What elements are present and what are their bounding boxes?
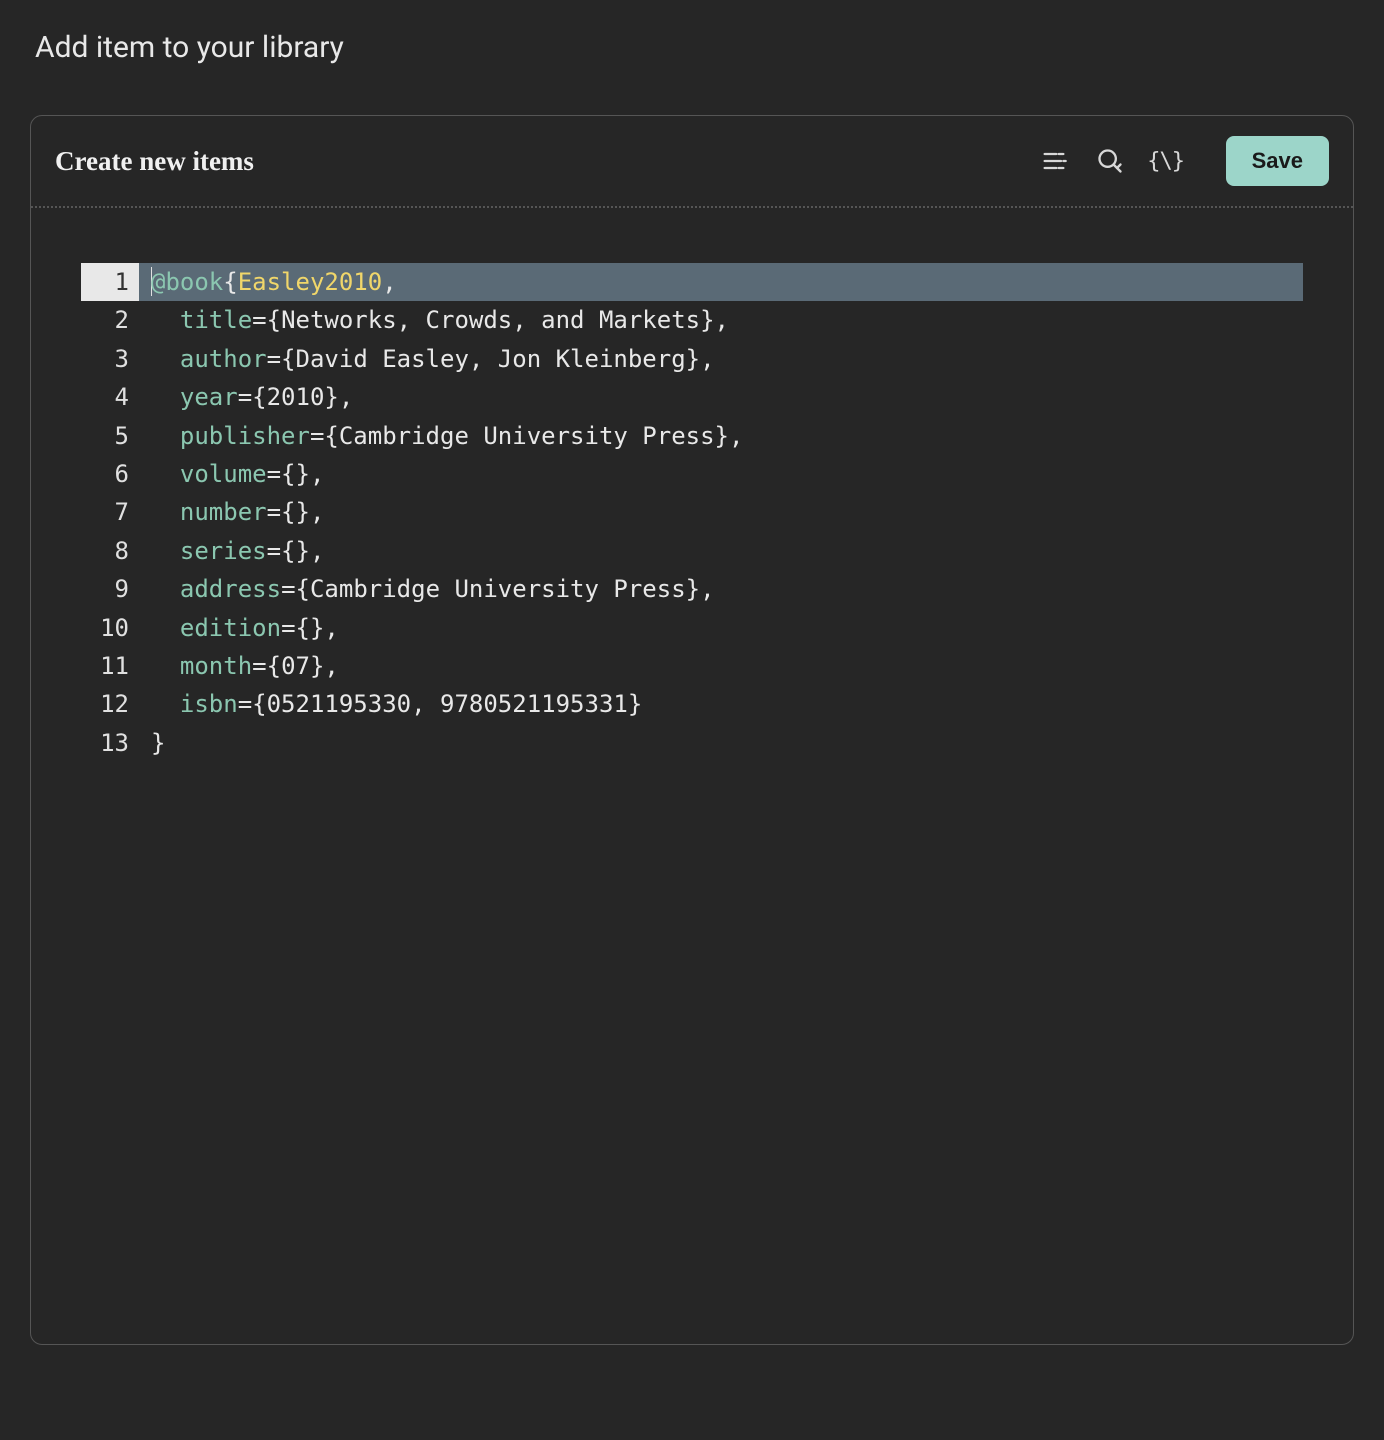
token-field: author (180, 345, 267, 373)
token-field: year (180, 383, 238, 411)
list-icon (1040, 147, 1068, 175)
token-punct: }, (686, 575, 715, 603)
code-line[interactable]: 3 author={David Easley, Jon Kleinberg}, (81, 340, 1303, 378)
panel-title: Create new items (55, 146, 254, 177)
token-punct: }, (324, 383, 353, 411)
line-number: 1 (81, 263, 139, 301)
token-field: publisher (180, 422, 310, 450)
token-citekey: Easley2010 (238, 268, 383, 296)
code-line[interactable]: 11 month={07}, (81, 647, 1303, 685)
token-field: isbn (180, 690, 238, 718)
token-punct: }, (296, 460, 325, 488)
token-punct: } (151, 729, 165, 757)
save-button[interactable]: Save (1226, 136, 1329, 186)
token-field: volume (180, 460, 267, 488)
panel-header: Create new items (31, 116, 1353, 208)
code-line[interactable]: 10 edition={}, (81, 609, 1303, 647)
token-field: month (180, 652, 252, 680)
search-icon (1096, 147, 1124, 175)
token-punct: }, (296, 498, 325, 526)
token-punct: ={ (281, 575, 310, 603)
token-punct: }, (715, 422, 744, 450)
line-content[interactable]: series={}, (139, 532, 1303, 570)
code-line[interactable]: 6 volume={}, (81, 455, 1303, 493)
code-line[interactable]: 9 address={Cambridge University Press}, (81, 570, 1303, 608)
line-number: 5 (81, 417, 139, 455)
line-content[interactable]: publisher={Cambridge University Press}, (139, 417, 1303, 455)
token-punct: }, (310, 614, 339, 642)
create-items-panel: Create new items (30, 115, 1354, 1345)
panel-actions: {\} Save (1038, 136, 1329, 186)
token-punct: }, (310, 652, 339, 680)
token-value: David Easley, Jon Kleinberg (296, 345, 686, 373)
line-number: 12 (81, 685, 139, 723)
code-line[interactable]: 5 publisher={Cambridge University Press}… (81, 417, 1303, 455)
line-content[interactable]: volume={}, (139, 455, 1303, 493)
token-punct: ={ (252, 652, 281, 680)
format-list-button[interactable] (1038, 145, 1070, 177)
code-line[interactable]: 1@book{Easley2010, (81, 263, 1303, 301)
token-punct: ={ (238, 383, 267, 411)
token-field: number (180, 498, 267, 526)
line-content[interactable]: address={Cambridge University Press}, (139, 570, 1303, 608)
line-content[interactable]: title={Networks, Crowds, and Markets}, (139, 301, 1303, 339)
code-line[interactable]: 7 number={}, (81, 493, 1303, 531)
code-line[interactable]: 4 year={2010}, (81, 378, 1303, 416)
code-line[interactable]: 8 series={}, (81, 532, 1303, 570)
line-number: 6 (81, 455, 139, 493)
token-value: 0521195330, 9780521195331 (267, 690, 628, 718)
token-field: address (180, 575, 281, 603)
code-line[interactable]: 12 isbn={0521195330, 9780521195331} (81, 685, 1303, 723)
line-number: 8 (81, 532, 139, 570)
token-punct: }, (296, 537, 325, 565)
search-button[interactable] (1094, 145, 1126, 177)
token-punct: ={ (267, 537, 296, 565)
token-field: title (180, 306, 252, 334)
token-value: Networks, Crowds, and Markets (281, 306, 700, 334)
line-number: 2 (81, 301, 139, 339)
code-line[interactable]: 2 title={Networks, Crowds, and Markets}, (81, 301, 1303, 339)
line-content[interactable]: edition={}, (139, 609, 1303, 647)
token-punct: ={ (267, 345, 296, 373)
token-punct: }, (700, 306, 729, 334)
page-title: Add item to your library (35, 30, 1354, 65)
token-punct: } (628, 690, 642, 718)
braces-button[interactable]: {\} (1150, 145, 1182, 177)
token-punct: ={ (267, 460, 296, 488)
token-punct: ={ (238, 690, 267, 718)
token-value: Cambridge University Press (339, 422, 715, 450)
token-punct: , (382, 268, 396, 296)
line-content[interactable]: isbn={0521195330, 9780521195331} (139, 685, 1303, 723)
line-number: 3 (81, 340, 139, 378)
token-keyword: @book (151, 268, 223, 296)
token-field: series (180, 537, 267, 565)
line-number: 9 (81, 570, 139, 608)
token-punct: { (223, 268, 237, 296)
token-punct: ={ (252, 306, 281, 334)
token-value: 2010 (267, 383, 325, 411)
line-content[interactable]: number={}, (139, 493, 1303, 531)
line-content[interactable]: month={07}, (139, 647, 1303, 685)
line-content[interactable]: author={David Easley, Jon Kleinberg}, (139, 340, 1303, 378)
line-content[interactable]: @book{Easley2010, (139, 263, 1303, 301)
token-punct: }, (686, 345, 715, 373)
braces-icon: {\} (1147, 149, 1184, 174)
line-content[interactable]: year={2010}, (139, 378, 1303, 416)
line-number: 11 (81, 647, 139, 685)
line-number: 4 (81, 378, 139, 416)
line-number: 7 (81, 493, 139, 531)
code-line[interactable]: 13} (81, 724, 1303, 762)
token-punct: ={ (267, 498, 296, 526)
token-field: edition (180, 614, 281, 642)
token-value: 07 (281, 652, 310, 680)
bibtex-editor[interactable]: 1@book{Easley2010,2 title={Networks, Cro… (31, 208, 1353, 782)
line-number: 10 (81, 609, 139, 647)
token-value: Cambridge University Press (310, 575, 686, 603)
token-punct: ={ (310, 422, 339, 450)
line-content[interactable]: } (139, 724, 1303, 762)
token-punct: ={ (281, 614, 310, 642)
line-number: 13 (81, 724, 139, 762)
